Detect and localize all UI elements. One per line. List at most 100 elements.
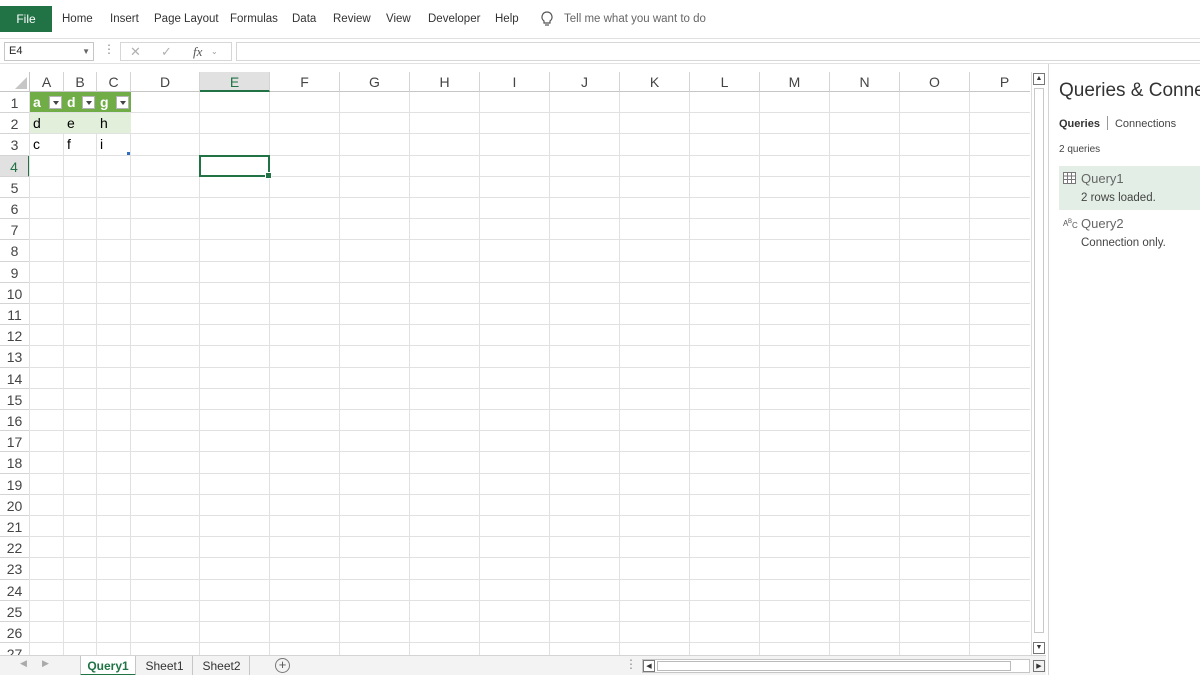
tab-queries[interactable]: Queries (1059, 118, 1100, 130)
column-header-g[interactable]: G (340, 72, 410, 92)
filter-dropdown-icon[interactable] (116, 96, 129, 109)
tab-formulas[interactable]: Formulas (230, 6, 278, 32)
column-header-c[interactable]: C (97, 72, 131, 92)
sheet-tab-sheet1[interactable]: Sheet1 (137, 656, 193, 675)
more-options-icon[interactable]: ⋮ (103, 42, 115, 56)
gridline (30, 472, 1030, 474)
chevron-down-icon[interactable]: ▼ (82, 43, 90, 60)
tab-split-handle-icon[interactable]: ⋮ (625, 657, 637, 671)
row-header-3[interactable]: 3 (0, 134, 30, 156)
tab-review[interactable]: Review (333, 6, 371, 32)
cell-b3[interactable]: f (64, 134, 97, 154)
scroll-right-icon[interactable]: ▶ (1033, 660, 1045, 672)
row-header-20[interactable]: 20 (0, 494, 30, 516)
column-header-m[interactable]: M (760, 72, 830, 92)
prev-sheet-icon[interactable]: ◀ (20, 658, 27, 669)
row-header-23[interactable]: 23 (0, 558, 30, 580)
row-header-9[interactable]: 9 (0, 261, 30, 283)
column-header-k[interactable]: K (620, 72, 690, 92)
scroll-down-icon[interactable]: ▼ (1033, 642, 1045, 654)
row-header-14[interactable]: 14 (0, 367, 30, 389)
gridline (30, 493, 1030, 495)
horizontal-scrollbar[interactable]: ◀ ▶ (642, 659, 1045, 673)
row-header-1[interactable]: 1 (0, 92, 30, 114)
row-header-25[interactable]: 25 (0, 600, 30, 622)
row-header-27[interactable]: 27 (0, 643, 30, 655)
row-header-24[interactable]: 24 (0, 579, 30, 601)
sheet-tab-sheet2[interactable]: Sheet2 (194, 656, 250, 675)
row-header-22[interactable]: 22 (0, 537, 30, 559)
filter-dropdown-icon[interactable] (82, 96, 95, 109)
worksheet-grid[interactable]: ABCDEFGHIJKLMNOP 1 2 3 4 5 6 7 8 9 10 11 12 13 14 15 16… (0, 72, 1030, 655)
column-header-l[interactable]: L (690, 72, 760, 92)
formula-bar: E4 ▼ ⋮ ✕ ✓ fx ⌄ (0, 38, 1200, 64)
column-header-i[interactable]: I (480, 72, 550, 92)
query-item-query1[interactable]: Query1 2 rows loaded. (1059, 166, 1200, 210)
column-header-d[interactable]: D (131, 72, 200, 92)
tab-page-layout[interactable]: Page Layout (154, 6, 219, 32)
column-header-b[interactable]: B (64, 72, 97, 92)
column-header-j[interactable]: J (550, 72, 620, 92)
row-header-10[interactable]: 10 (0, 282, 30, 304)
row-header-11[interactable]: 11 (0, 304, 30, 326)
select-all-corner[interactable] (0, 72, 30, 92)
tab-connections[interactable]: Connections (1115, 118, 1176, 130)
tab-view[interactable]: View (386, 6, 411, 32)
file-tab[interactable]: File (0, 6, 52, 32)
row-header-2[interactable]: 2 (0, 113, 30, 135)
cell-b2[interactable]: e (64, 113, 97, 134)
query-item-query2[interactable]: A B C Query2 Connection only. (1059, 211, 1200, 255)
row-header-18[interactable]: 18 (0, 452, 30, 474)
tab-insert[interactable]: Insert (110, 6, 139, 32)
column-header-a[interactable]: A (30, 72, 64, 92)
cell-c2[interactable]: h (97, 113, 131, 134)
horizontal-scroll-thumb[interactable] (657, 661, 1011, 671)
cell-c3[interactable]: i (97, 134, 131, 154)
row-header-19[interactable]: 19 (0, 473, 30, 495)
row-header-4[interactable]: 4 (0, 155, 30, 177)
cell-a3[interactable]: c (30, 134, 64, 154)
row-header-8[interactable]: 8 (0, 240, 30, 262)
scroll-left-icon[interactable]: ◀ (643, 660, 655, 672)
vertical-scroll-thumb[interactable] (1034, 88, 1044, 633)
column-header-o[interactable]: O (900, 72, 970, 92)
chevron-down-icon[interactable]: ⌄ (211, 43, 218, 61)
column-header-n[interactable]: N (830, 72, 900, 92)
row-header-5[interactable]: 5 (0, 176, 30, 198)
tab-data[interactable]: Data (292, 6, 316, 32)
name-box[interactable]: E4 ▼ (4, 42, 94, 61)
row-header-12[interactable]: 12 (0, 325, 30, 347)
formula-input[interactable] (236, 42, 1200, 61)
row-header-15[interactable]: 15 (0, 388, 30, 410)
gridline (30, 281, 1030, 283)
row-header-7[interactable]: 7 (0, 219, 30, 241)
row-header-16[interactable]: 16 (0, 410, 30, 432)
row-header-6[interactable]: 6 (0, 198, 30, 220)
column-header-f[interactable]: F (270, 72, 340, 92)
column-header-h[interactable]: H (410, 72, 480, 92)
insert-function-icon[interactable]: fx (193, 43, 202, 61)
active-cell-e4[interactable] (199, 154, 272, 179)
row-header-26[interactable]: 26 (0, 622, 30, 644)
filter-dropdown-icon[interactable] (49, 96, 62, 109)
row-header-17[interactable]: 17 (0, 431, 30, 453)
column-header-p[interactable]: P (970, 72, 1030, 92)
cell-a2[interactable]: d (30, 113, 64, 134)
sheet-tab-query1[interactable]: Query1 (80, 656, 136, 675)
table-resize-handle[interactable] (127, 151, 130, 155)
add-sheet-icon[interactable]: + (275, 658, 290, 673)
vertical-scrollbar[interactable]: ▲ ▼ (1031, 72, 1046, 655)
tab-separator (1106, 116, 1108, 130)
tab-help[interactable]: Help (495, 6, 519, 32)
next-sheet-icon[interactable]: ▶ (42, 658, 49, 669)
formula-buttons: ✕ ✓ fx ⌄ (120, 42, 232, 61)
row-header-21[interactable]: 21 (0, 516, 30, 538)
scroll-up-icon[interactable]: ▲ (1033, 73, 1045, 85)
tab-developer[interactable]: Developer (428, 6, 480, 32)
cancel-icon[interactable]: ✕ (130, 43, 141, 61)
row-header-13[interactable]: 13 (0, 346, 30, 368)
enter-icon[interactable]: ✓ (161, 43, 172, 61)
column-header-e[interactable]: E (200, 72, 270, 92)
gridline (30, 515, 1030, 516)
tab-home[interactable]: Home (62, 6, 93, 32)
